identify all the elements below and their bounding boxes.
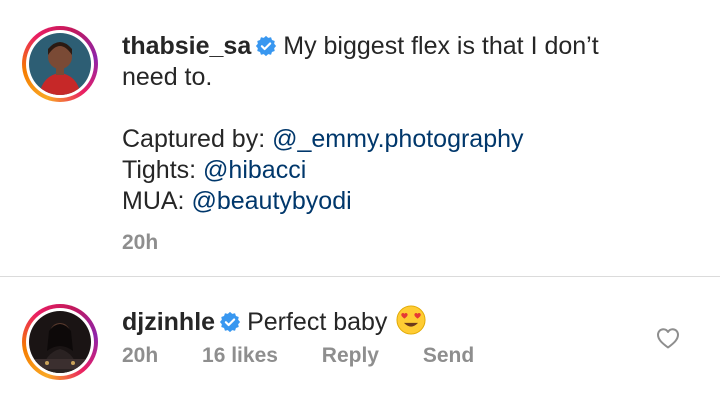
caption-credit-tights: Tights: @hibacci — [122, 156, 307, 184]
mention-link[interactable]: @hibacci — [203, 156, 306, 184]
comment: djzinhle Perfect baby — [122, 305, 426, 338]
comment-timestamp: 20h — [122, 344, 159, 367]
caption-text-line1: My biggest flex is that I don’t — [283, 32, 599, 60]
comment-actions: 20h 16 likes Reply Send — [122, 344, 512, 368]
mention-link[interactable]: @beautybyodi — [191, 187, 351, 215]
caption-avatar[interactable] — [22, 26, 98, 102]
comment-username[interactable]: djzinhle — [122, 308, 215, 336]
verified-badge-icon — [219, 311, 241, 333]
comment-avatar[interactable] — [22, 304, 98, 380]
divider — [0, 276, 720, 277]
caption-timestamp: 20h — [122, 231, 159, 254]
caption-text-line2: need to. — [122, 63, 213, 91]
verified-badge-icon — [256, 35, 277, 57]
avatar-photo-djzinhle — [29, 311, 91, 373]
comment-likes[interactable]: 16 likes — [202, 344, 278, 367]
like-heart-icon[interactable] — [656, 327, 680, 349]
heart-eyes-emoji-icon — [396, 305, 426, 335]
post-caption: thabsie_sa My biggest flex is that I don… — [122, 31, 682, 258]
mention-link[interactable]: @_emmy.photography — [272, 125, 523, 153]
caption-username[interactable]: thabsie_sa — [122, 32, 251, 60]
caption-credit-photo: Captured by: @_emmy.photography — [122, 125, 524, 153]
send-button[interactable]: Send — [423, 344, 474, 367]
avatar-photo-thabsie — [29, 33, 91, 95]
reply-button[interactable]: Reply — [322, 344, 379, 367]
caption-credit-mua: MUA: @beautybyodi — [122, 187, 352, 215]
comment-text: Perfect baby — [247, 308, 388, 336]
